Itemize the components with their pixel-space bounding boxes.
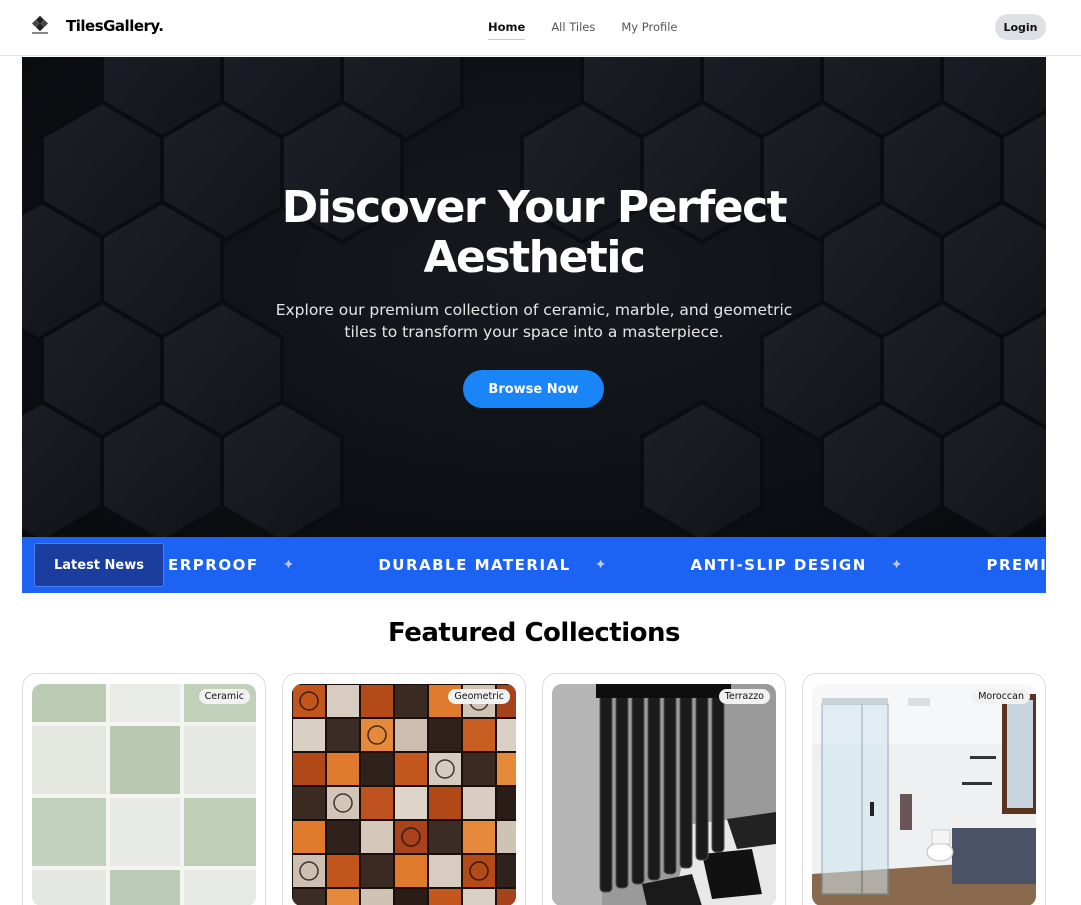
brand-name[interactable]: TilesGallery. <box>66 17 164 35</box>
login-button[interactable]: Login <box>995 14 1046 40</box>
collection-card-geometric[interactable]: Geometric <box>282 673 526 905</box>
nav-all-tiles-link[interactable]: All Tiles <box>551 20 595 40</box>
hero-subtitle-line-2: tiles to transform your space into a mas… <box>344 323 724 341</box>
category-tag: Geometric <box>448 689 510 704</box>
category-tag: Terrazzo <box>718 689 770 704</box>
category-tag: Moroccan <box>972 689 1030 704</box>
hero-banner: Discover Your Perfect Aesthetic Explore … <box>22 57 1046 537</box>
sparkle-icon: ✦ <box>594 557 607 573</box>
sparkle-icon: ✦ <box>282 557 295 573</box>
featured-collections-title: Featured Collections <box>388 618 680 648</box>
terrazzo-tile-image: Terrazzo <box>552 684 776 905</box>
geometric-tile-image: Geometric <box>292 684 516 905</box>
hero-subtitle: Explore our premium collection of cerami… <box>264 299 804 343</box>
category-tag: Ceramic <box>198 689 250 704</box>
news-ticker: ERPROOF ✦ DURABLE MATERIAL ✦ ANTI-SLIP D… <box>22 537 1046 593</box>
main-nav: Home All Tiles My Profile <box>488 20 678 40</box>
collection-card-moroccan[interactable]: Moroccan <box>802 673 1046 905</box>
hero-title: Discover Your Perfect Aesthetic <box>22 183 1046 283</box>
ticker-item: PREMIUM <box>986 556 1046 574</box>
ticker-item: ANTI-SLIP DESIGN <box>690 556 867 574</box>
ticker-track: ERPROOF ✦ DURABLE MATERIAL ✦ ANTI-SLIP D… <box>168 537 1046 593</box>
collection-card-ceramic[interactable]: Ceramic <box>22 673 266 905</box>
moroccan-tile-image: Moroccan <box>812 684 1036 905</box>
sparkle-icon: ✦ <box>890 557 903 573</box>
navbar: TilesGallery. Home All Tiles My Profile … <box>0 0 1081 56</box>
ticker-item: DURABLE MATERIAL <box>378 556 571 574</box>
hero-title-line-1: Discover Your Perfect <box>281 182 788 233</box>
ceramic-tile-image: Ceramic <box>32 684 256 905</box>
browse-now-button[interactable]: Browse Now <box>463 370 604 408</box>
hero-subtitle-line-1: Explore our premium collection of cerami… <box>275 301 793 319</box>
nav-home-link[interactable]: Home <box>488 20 526 40</box>
collection-card-terrazzo[interactable]: Terrazzo <box>542 673 786 905</box>
nav-my-profile-link[interactable]: My Profile <box>621 20 677 40</box>
tile-logo-icon[interactable] <box>30 15 52 36</box>
hexagon-background-image <box>22 57 1046 537</box>
latest-news-badge: Latest News <box>34 543 164 587</box>
ticker-item: ERPROOF <box>168 556 259 574</box>
hero-title-line-2: Aesthetic <box>423 232 646 283</box>
